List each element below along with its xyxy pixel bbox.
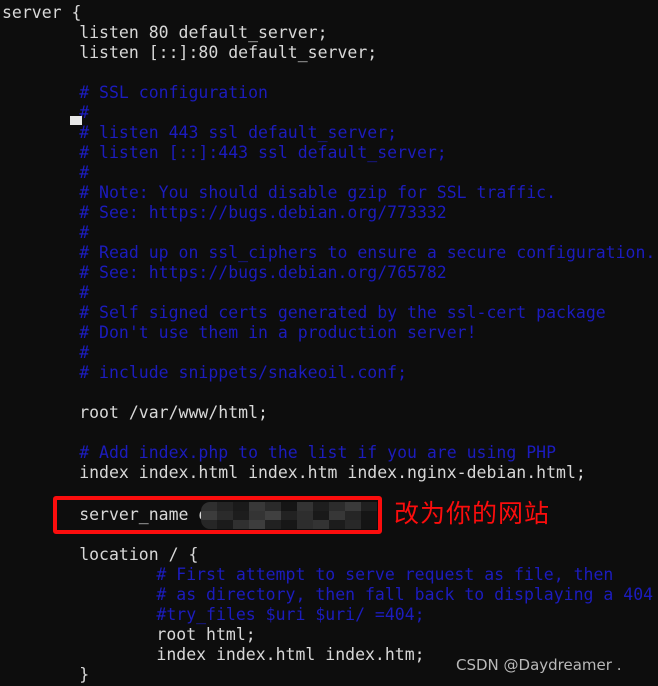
code-line: index index.html index.htm; — [156, 645, 425, 664]
mosaic-block — [265, 520, 281, 529]
mosaic-block — [297, 502, 313, 511]
mosaic-block — [217, 502, 233, 511]
code-line: #try_files $uri $uri/ =404; — [156, 605, 425, 624]
code-line: root /var/www/html; — [79, 403, 268, 422]
code-line: server { — [2, 3, 82, 22]
mosaic-block — [329, 511, 345, 520]
blurred-server-name-redaction — [201, 502, 377, 529]
code-line: # listen 443 ssl default_server; — [79, 123, 398, 142]
code-line: } — [79, 665, 90, 684]
code-line: # as directory, then fall back to displa… — [156, 585, 654, 604]
code-line: # listen [::]:443 ssl default_server; — [79, 143, 447, 162]
code-line: # Note: You should disable gzip for SSL … — [79, 183, 557, 202]
code-line: root html; — [156, 625, 256, 644]
mosaic-block — [233, 520, 249, 529]
mosaic-block — [329, 520, 345, 529]
terminal-window: server {listen 80 default_server; listen … — [0, 0, 658, 686]
code-line: # First attempt to serve request as file… — [156, 565, 614, 584]
code-line: listen [::]:80 default_server; — [79, 43, 378, 62]
mosaic-block — [329, 502, 345, 511]
mosaic-block — [233, 502, 249, 511]
mosaic-block — [313, 502, 329, 511]
mosaic-block — [345, 511, 361, 520]
mosaic-block — [233, 511, 249, 520]
mosaic-block — [217, 520, 233, 529]
chinese-annotation-text: 改为你的网站 — [394, 499, 551, 528]
mosaic-block — [345, 502, 361, 511]
code-line: # include snippets/snakeoil.conf; — [79, 363, 408, 382]
mosaic-block — [361, 520, 377, 529]
mosaic-block — [313, 511, 329, 520]
mosaic-block — [313, 520, 329, 529]
code-line: # See: https://bugs.debian.org/765782 — [79, 263, 447, 282]
code-line: # See: https://bugs.debian.org/773332 — [79, 203, 447, 222]
mosaic-block — [249, 502, 265, 511]
code-line: location / { — [79, 545, 199, 564]
code-line: listen 80 default_server; — [79, 23, 328, 42]
code-line: # SSL configuration — [79, 83, 268, 102]
mosaic-block — [265, 511, 281, 520]
mosaic-block — [201, 502, 217, 511]
code-line: # — [79, 283, 90, 302]
code-line: index index.html index.htm index.nginx-d… — [79, 463, 586, 482]
code-line: # Self signed certs generated by the ssl… — [79, 303, 606, 322]
mosaic-block — [345, 520, 361, 529]
mosaic-block — [297, 520, 313, 529]
mosaic-block — [361, 502, 377, 511]
code-line: # Don't use them in a production server! — [79, 323, 477, 342]
mosaic-block — [265, 502, 281, 511]
mosaic-block — [201, 511, 217, 520]
mosaic-block — [249, 511, 265, 520]
code-line: # Read up on ssl_ciphers to ensure a sec… — [79, 243, 656, 262]
mosaic-block — [281, 502, 297, 511]
mosaic-block — [297, 511, 313, 520]
code-line: # Add index.php to the list if you are u… — [79, 443, 557, 462]
code-line: # — [79, 223, 90, 242]
code-line: # — [79, 343, 90, 362]
mosaic-block — [281, 520, 297, 529]
mosaic-block — [217, 511, 233, 520]
mosaic-block — [249, 520, 265, 529]
csdn-watermark: CSDN @Daydreamer . — [456, 656, 622, 674]
text-cursor-block — [70, 116, 82, 125]
mosaic-block — [361, 511, 377, 520]
code-line: # — [79, 163, 90, 182]
mosaic-block — [281, 511, 297, 520]
